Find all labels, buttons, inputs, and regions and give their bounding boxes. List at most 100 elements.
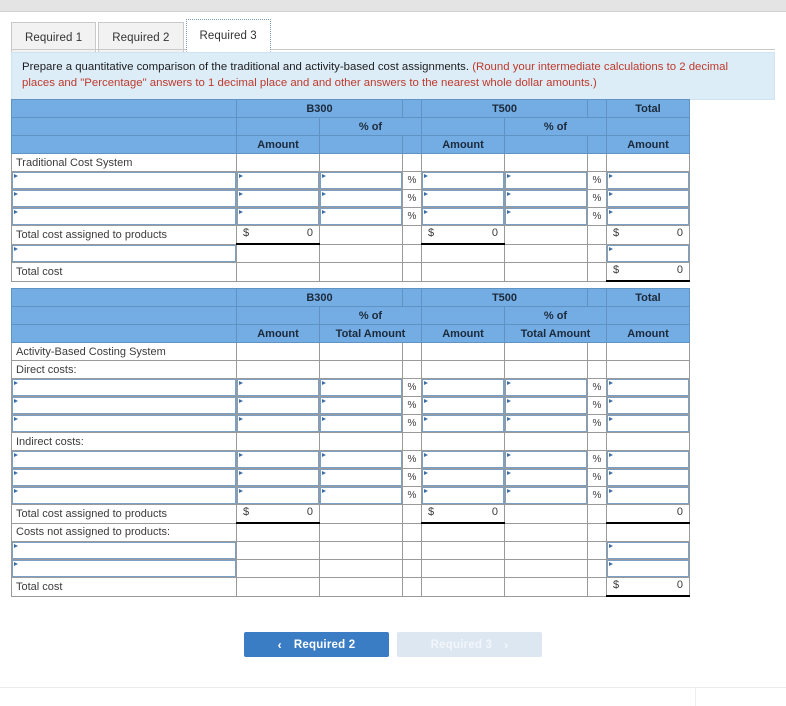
table1-input-b300-amount-1[interactable] — [236, 171, 320, 190]
table2-direct-input-label-2[interactable] — [11, 396, 237, 415]
text-input[interactable] — [237, 379, 319, 396]
text-input[interactable] — [12, 190, 236, 207]
table2-direct-input-t500-pct-3[interactable] — [504, 414, 588, 433]
table2-indirect-input-total-1[interactable] — [606, 450, 690, 469]
text-input[interactable] — [320, 487, 402, 504]
table2-indirect-input-t500-amount-3[interactable] — [421, 486, 505, 505]
text-input[interactable] — [505, 397, 587, 414]
table2-direct-input-b300-amount-1[interactable] — [236, 378, 320, 397]
table2-indirect-input-t500-amount-2[interactable] — [421, 468, 505, 487]
table2-direct-input-total-2[interactable] — [606, 396, 690, 415]
table2-notassigned-input-label-2[interactable] — [11, 559, 237, 578]
table1-input-total-2[interactable] — [606, 189, 690, 208]
table2-direct-input-b300-pct-1[interactable] — [319, 378, 403, 397]
table2-indirect-input-t500-pct-3[interactable] — [504, 486, 588, 505]
text-input[interactable] — [320, 208, 402, 225]
table1-input-row-label-1[interactable] — [11, 171, 237, 190]
prev-required-2-button[interactable]: ‹ Required 2 — [244, 632, 389, 657]
table2-notassigned-input-total-2[interactable] — [606, 559, 690, 578]
table1-input-b300-amount-3[interactable] — [236, 207, 320, 226]
table2-direct-input-label-3[interactable] — [11, 414, 237, 433]
text-input[interactable] — [12, 451, 236, 468]
table2-indirect-input-b300-pct-1[interactable] — [319, 450, 403, 469]
text-input[interactable] — [422, 415, 504, 432]
table1-input-t500-amount-2[interactable] — [421, 189, 505, 208]
text-input[interactable] — [607, 560, 689, 577]
table2-indirect-input-t500-pct-2[interactable] — [504, 468, 588, 487]
text-input[interactable] — [422, 451, 504, 468]
table2-direct-input-b300-pct-2[interactable] — [319, 396, 403, 415]
text-input[interactable] — [12, 560, 236, 577]
table1-input-t500-pct-1[interactable] — [504, 171, 588, 190]
text-input[interactable] — [607, 397, 689, 414]
table1-input-t500-amount-1[interactable] — [421, 171, 505, 190]
text-input[interactable] — [12, 397, 236, 414]
table1-input-b300-pct-1[interactable] — [319, 171, 403, 190]
text-input[interactable] — [320, 172, 402, 189]
text-input[interactable] — [422, 379, 504, 396]
text-input[interactable] — [12, 244, 236, 262]
text-input[interactable] — [505, 190, 587, 207]
table2-indirect-input-total-3[interactable] — [606, 486, 690, 505]
text-input[interactable] — [505, 469, 587, 486]
text-input[interactable] — [237, 208, 319, 225]
text-input[interactable] — [237, 469, 319, 486]
table2-indirect-input-b300-pct-3[interactable] — [319, 486, 403, 505]
text-input[interactable] — [12, 487, 236, 504]
text-input[interactable] — [320, 397, 402, 414]
text-input[interactable] — [12, 208, 236, 225]
table1-input-t500-amount-3[interactable] — [421, 207, 505, 226]
table1-input-total-4[interactable] — [606, 243, 690, 263]
text-input[interactable] — [422, 397, 504, 414]
text-input[interactable] — [237, 172, 319, 189]
text-input[interactable] — [607, 379, 689, 396]
text-input[interactable] — [607, 244, 689, 262]
text-input[interactable] — [607, 172, 689, 189]
text-input[interactable] — [12, 379, 236, 396]
text-input[interactable] — [505, 208, 587, 225]
text-input[interactable] — [237, 451, 319, 468]
table2-direct-input-b300-amount-3[interactable] — [236, 414, 320, 433]
table2-indirect-input-t500-amount-1[interactable] — [421, 450, 505, 469]
table1-input-b300-pct-2[interactable] — [319, 189, 403, 208]
table2-notassigned-input-label-1[interactable] — [11, 541, 237, 560]
table1-input-b300-pct-3[interactable] — [319, 207, 403, 226]
table2-direct-input-t500-amount-1[interactable] — [421, 378, 505, 397]
table2-indirect-input-b300-amount-2[interactable] — [236, 468, 320, 487]
text-input[interactable] — [12, 415, 236, 432]
table2-indirect-input-b300-amount-3[interactable] — [236, 486, 320, 505]
table2-direct-input-label-1[interactable] — [11, 378, 237, 397]
table1-input-b300-amount-2[interactable] — [236, 189, 320, 208]
table1-input-row-label-2[interactable] — [11, 189, 237, 208]
text-input[interactable] — [607, 190, 689, 207]
text-input[interactable] — [607, 542, 689, 559]
text-input[interactable] — [505, 451, 587, 468]
text-input[interactable] — [237, 190, 319, 207]
table2-direct-input-t500-amount-2[interactable] — [421, 396, 505, 415]
text-input[interactable] — [505, 379, 587, 396]
table2-indirect-input-b300-amount-1[interactable] — [236, 450, 320, 469]
text-input[interactable] — [320, 451, 402, 468]
text-input[interactable] — [422, 172, 504, 189]
text-input[interactable] — [607, 487, 689, 504]
table2-indirect-input-label-1[interactable] — [11, 450, 237, 469]
text-input[interactable] — [12, 469, 236, 486]
tab-required-3[interactable]: Required 3 — [185, 19, 271, 52]
table2-indirect-input-t500-pct-1[interactable] — [504, 450, 588, 469]
text-input[interactable] — [320, 379, 402, 396]
table1-input-t500-pct-3[interactable] — [504, 207, 588, 226]
text-input[interactable] — [505, 415, 587, 432]
text-input[interactable] — [607, 451, 689, 468]
text-input[interactable] — [422, 190, 504, 207]
text-input[interactable] — [320, 415, 402, 432]
table2-direct-input-t500-pct-1[interactable] — [504, 378, 588, 397]
table1-input-row-label-3[interactable] — [11, 207, 237, 226]
text-input[interactable] — [505, 487, 587, 504]
text-input[interactable] — [237, 415, 319, 432]
table2-indirect-input-label-2[interactable] — [11, 468, 237, 487]
table2-indirect-input-b300-pct-2[interactable] — [319, 468, 403, 487]
text-input[interactable] — [320, 190, 402, 207]
text-input[interactable] — [505, 172, 587, 189]
table1-input-t500-pct-2[interactable] — [504, 189, 588, 208]
text-input[interactable] — [422, 487, 504, 504]
